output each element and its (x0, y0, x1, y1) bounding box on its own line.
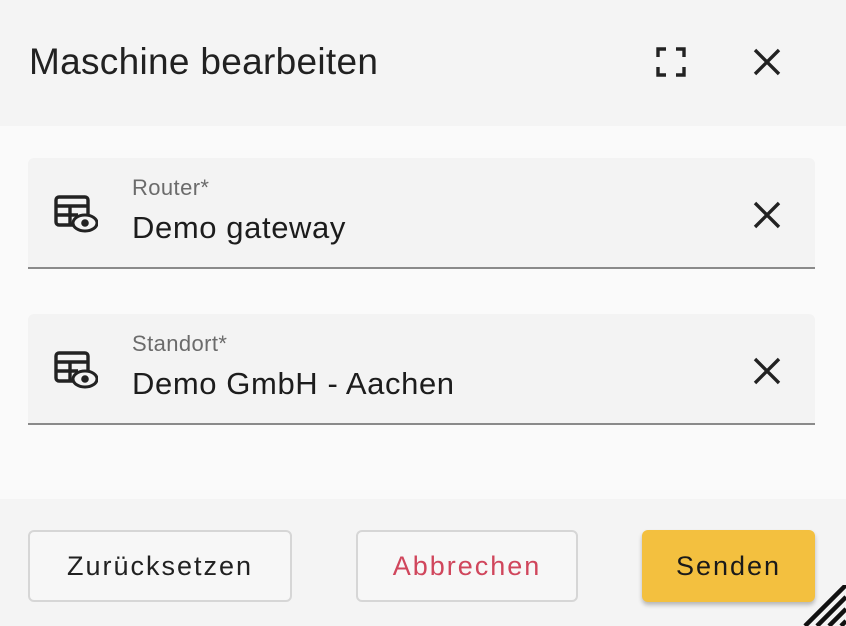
fullscreen-icon (656, 47, 686, 77)
router-clear-button[interactable] (743, 191, 791, 239)
close-dialog-button[interactable] (743, 38, 791, 86)
standort-value: Demo GmbH - Aachen (132, 366, 455, 401)
router-field[interactable]: Router* Demo gateway (28, 158, 815, 269)
dialog-title: Maschine bearbeiten (29, 41, 379, 82)
resize-handle-icon[interactable] (803, 585, 846, 626)
router-label: Router* (132, 175, 210, 200)
standort-clear-button[interactable] (743, 347, 791, 395)
standort-label: Standort* (132, 331, 228, 356)
router-value: Demo gateway (132, 210, 346, 245)
close-icon (753, 201, 781, 229)
close-icon (753, 357, 781, 385)
fullscreen-button[interactable] (647, 38, 695, 86)
dialog-body: Router* Demo gateway Standort* Demo GmbH… (0, 126, 846, 499)
close-icon (753, 48, 781, 76)
table-eye-icon (54, 195, 98, 233)
send-button[interactable]: Senden (642, 530, 815, 602)
standort-field[interactable]: Standort* Demo GmbH - Aachen (28, 314, 815, 425)
cancel-button[interactable]: Abbrechen (356, 530, 578, 602)
table-eye-icon (54, 351, 98, 389)
reset-button[interactable]: Zurücksetzen (28, 530, 292, 602)
dialog-footer: Zurücksetzen Abbrechen Senden (0, 499, 846, 626)
dialog-header: Maschine bearbeiten (0, 0, 846, 126)
